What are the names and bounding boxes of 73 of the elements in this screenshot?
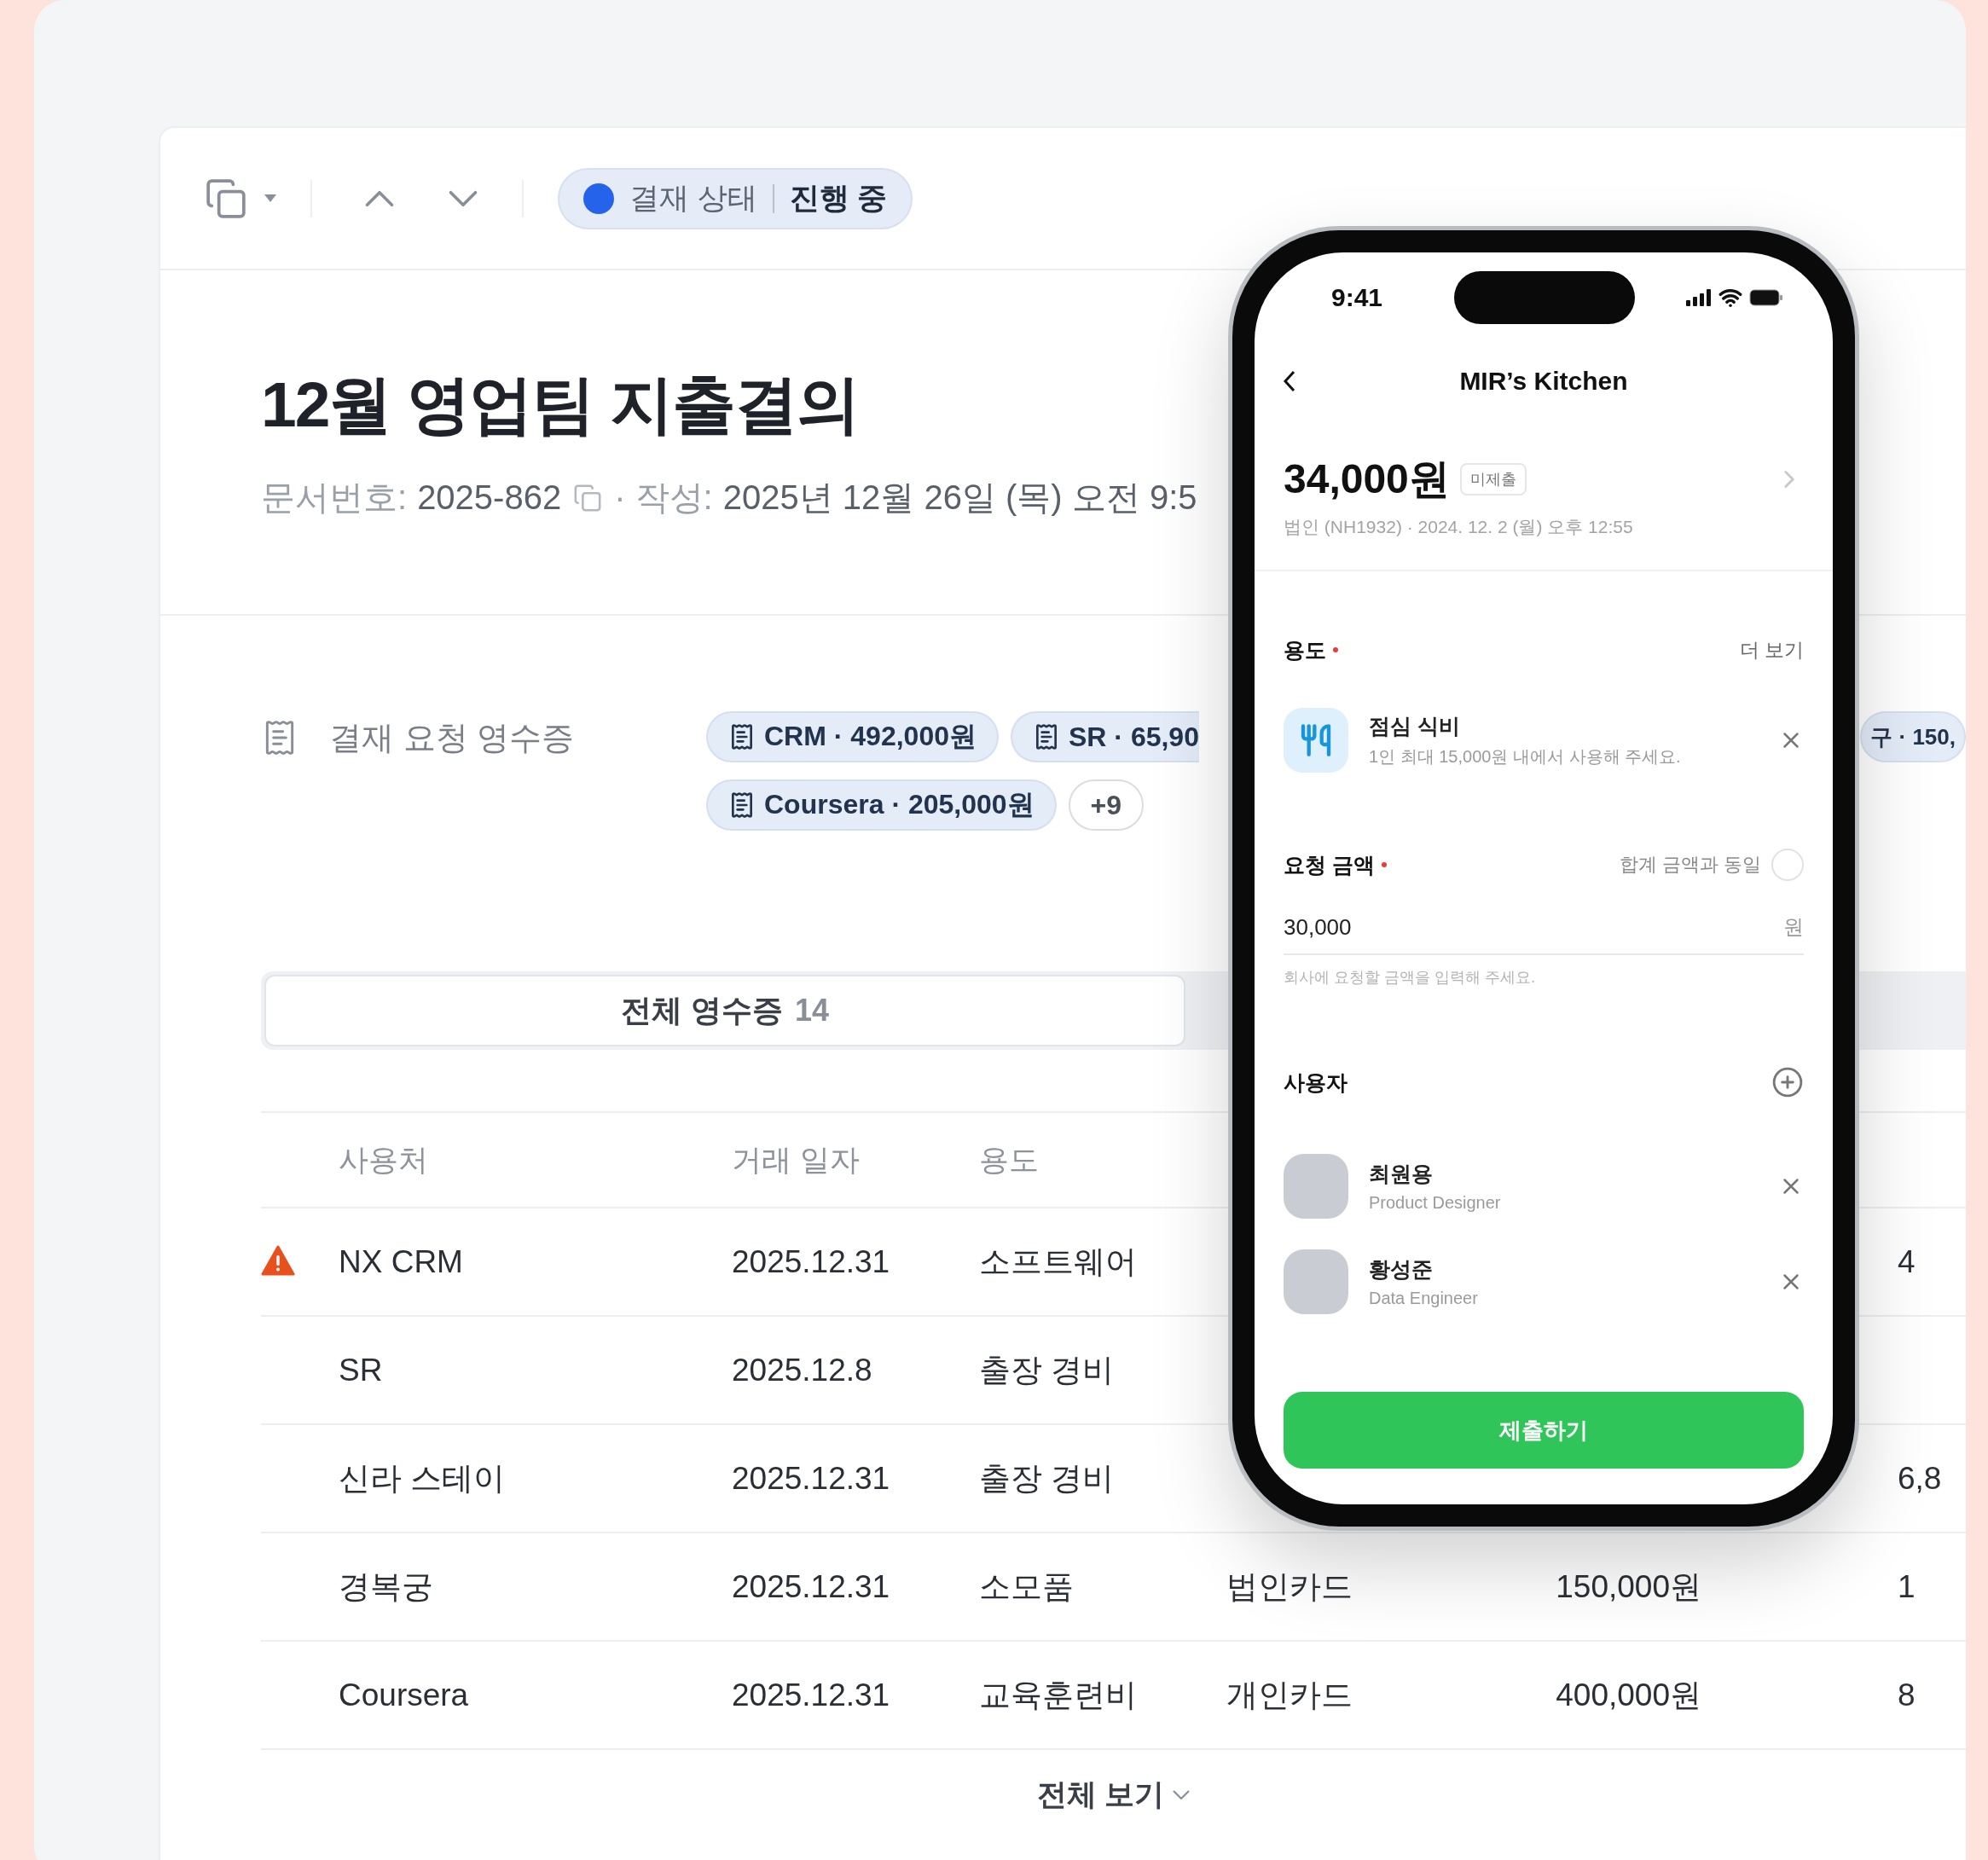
column-header: 용도 xyxy=(979,1141,1040,1178)
table-cell-text: Coursera xyxy=(339,1677,470,1713)
status-value: 진행 중 xyxy=(789,180,888,216)
transaction-meta: 법인 (NH1932) · 2024. 12. 2 (월) 오후 12:55 xyxy=(1284,516,1634,538)
document-title: 12월 영업팀 지출결의 xyxy=(261,368,860,442)
table-cell-text: 2025.12.31 xyxy=(732,1568,891,1605)
table-cell-text: 소모품 xyxy=(979,1567,1075,1606)
table-cell-text: SR xyxy=(339,1352,384,1388)
copy-icon[interactable] xyxy=(573,483,603,513)
table-cell-text: 교육훈련비 xyxy=(979,1676,1138,1714)
status-label: 결재 상태 xyxy=(629,180,757,216)
section-label: 요청 금액 xyxy=(1284,851,1375,878)
copy-icon[interactable] xyxy=(205,177,247,220)
same-amount-checkbox[interactable] xyxy=(1771,849,1804,881)
receipt-chip[interactable]: Coursera · 205,000원 xyxy=(706,779,1057,831)
document-number: 2025-862 xyxy=(417,478,562,517)
column-header: 거래 일자 xyxy=(732,1141,861,1178)
table-cell-text: 4 xyxy=(1897,1243,1916,1280)
table-cell-text: 개인카드 xyxy=(1226,1676,1353,1714)
tab-count: 14 xyxy=(795,993,830,1029)
tab[interactable]: 전체 영수증 14 xyxy=(264,975,1185,1046)
warning-icon xyxy=(261,1244,295,1276)
column-header: 사용처 xyxy=(339,1141,429,1178)
helper-text: 회사에 요청할 금액을 입력해 주세요. xyxy=(1284,968,1536,988)
receipt-chip[interactable]: SR · 65,90 xyxy=(1011,711,1199,762)
table-cell-text: 신라 스테이 xyxy=(339,1459,507,1498)
more-link[interactable]: 더 보기 xyxy=(1739,636,1804,663)
receipt-chip[interactable]: 구 · 150, xyxy=(1860,711,1966,762)
written-date: 2025년 12월 26일 (목) 오전 9:5 xyxy=(722,478,1197,518)
table-cell-text: 소프트웨어 xyxy=(979,1243,1138,1281)
chevron-down-icon xyxy=(1173,1790,1191,1799)
table-cell-text: 출장 경비 xyxy=(979,1459,1116,1498)
more-chip[interactable]: +9 xyxy=(1068,779,1145,831)
same-amount-label: 합계 금액과 동일 xyxy=(1619,853,1761,877)
table-cell-text: 법인카드 xyxy=(1226,1567,1353,1606)
meta-label: · 작성: xyxy=(614,478,713,518)
user-role: Data Engineer xyxy=(1369,1289,1479,1308)
table-cell-text: 2025.12.31 xyxy=(732,1460,891,1497)
signal-icon xyxy=(1686,289,1712,306)
section-label: 용도 xyxy=(1284,636,1326,663)
purpose-title: 점심 식비 xyxy=(1369,713,1461,739)
amount-text: 34,000원 xyxy=(1284,455,1450,503)
section-label: 사용자 xyxy=(1284,1069,1348,1096)
receipts-label: 결재 요청 영수증 xyxy=(329,718,575,757)
table-cell-text: NX CRM xyxy=(339,1243,464,1280)
show-all-button[interactable]: 전체 보기 xyxy=(1031,1774,1196,1816)
user-name: 최원용 xyxy=(1369,1161,1434,1187)
unit-label: 원 xyxy=(1783,914,1804,940)
table-cell-text: 출장 경비 xyxy=(979,1351,1116,1389)
status-pill[interactable]: 결재 상태 진행 중 xyxy=(558,167,913,229)
table-cell-text: 2025.12.31 xyxy=(732,1677,891,1713)
add-icon[interactable] xyxy=(1771,1066,1804,1098)
receipt-chip[interactable]: CRM · 492,000원 xyxy=(706,711,999,762)
caret-icon[interactable] xyxy=(264,194,276,202)
table-cell-text: 400,000원 xyxy=(1555,1676,1701,1714)
table-cell-text: 2025.12.31 xyxy=(732,1243,891,1280)
table-cell-text: 8 xyxy=(1897,1677,1916,1713)
table-cell-text: 1 xyxy=(1897,1568,1916,1605)
table-cell-text: 150,000원 xyxy=(1555,1567,1701,1606)
user-role: Product Designer xyxy=(1369,1193,1502,1213)
table-cell-text: 경복궁 xyxy=(339,1567,434,1606)
status-badge: 미제출 xyxy=(1459,463,1527,495)
table-cell-text: 6,8 xyxy=(1897,1460,1943,1497)
back-icon[interactable] xyxy=(1284,370,1295,392)
status-time: 9:41 xyxy=(1331,283,1383,312)
screen-title: MIR’s Kitchen xyxy=(1459,367,1628,396)
table-cell-text: 2025.12.8 xyxy=(732,1352,873,1388)
battery-icon xyxy=(1749,289,1783,306)
purpose-description: 1인 최대 15,000원 내에서 사용해 주세요. xyxy=(1369,746,1682,768)
user-name: 황성준 xyxy=(1369,1256,1434,1283)
utensils-icon xyxy=(1284,708,1348,773)
meta-label: 문서번호: xyxy=(261,478,408,518)
amount-input[interactable]: 30,000 xyxy=(1284,913,1625,941)
